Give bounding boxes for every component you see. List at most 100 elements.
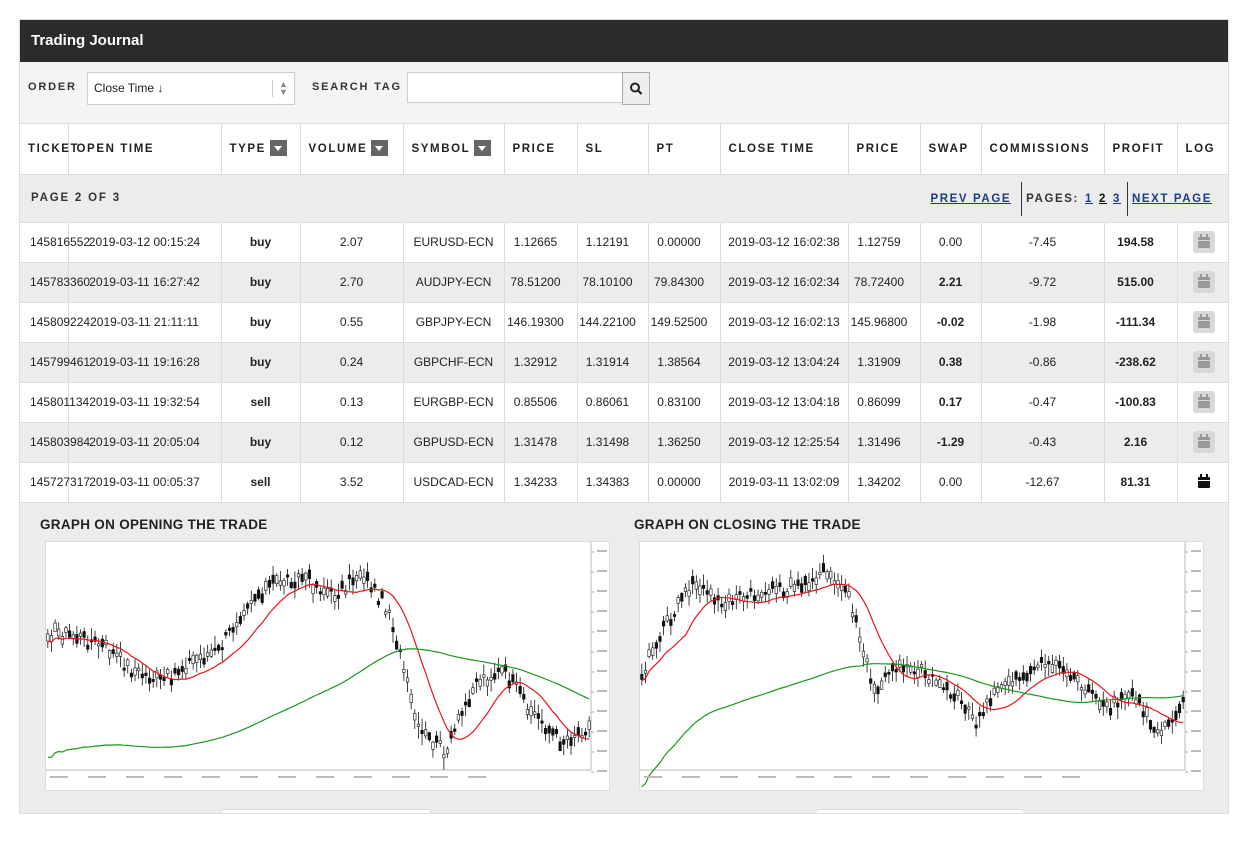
calendar-icon	[1197, 354, 1210, 368]
next-page-link[interactable]: NEXT PAGE	[1132, 193, 1212, 205]
cell-volume: 0.12	[300, 422, 404, 463]
cell-profit: -238.62	[1104, 342, 1178, 383]
cell-ticket: 145783360	[20, 262, 90, 303]
col-symbol-label: SYMBOL	[411, 142, 471, 155]
select-arrows-icon: ▲ ▼	[272, 80, 294, 97]
log-button[interactable]	[1192, 231, 1215, 253]
cell-swap: 2.21	[920, 262, 982, 303]
cell-open-time: 2019-03-11 20:05:04	[68, 422, 222, 463]
cell-swap: -0.02	[920, 302, 982, 343]
cell-open-time: 2019-03-11 21:11:11	[68, 302, 222, 343]
col-log[interactable]: LOG	[1177, 124, 1228, 175]
cell-open-time: 2019-03-12 00:15:24	[68, 222, 222, 263]
col-close-price[interactable]: PRICE	[848, 124, 921, 175]
calendar-icon	[1197, 434, 1210, 448]
page-link-3[interactable]: 3	[1113, 193, 1121, 205]
col-close-time[interactable]: CLOSE TIME	[720, 124, 849, 175]
table-row: 145816552 2019-03-12 00:15:24 buy 2.07 EURUS…	[20, 222, 1228, 263]
cell-volume: 0.24	[300, 342, 404, 383]
log-button[interactable]	[1192, 431, 1215, 453]
cell-close-time: 2019-03-12 16:02:38	[720, 222, 849, 263]
cell-swap: 0.00	[920, 462, 982, 503]
cell-open-time: 2019-03-11 19:32:54	[68, 382, 222, 423]
cell-type: sell	[221, 382, 301, 423]
cell-log	[1177, 302, 1228, 343]
col-price[interactable]: PRICE	[504, 124, 578, 175]
col-pt[interactable]: PT	[648, 124, 721, 175]
type-filter-dropdown-icon[interactable]	[269, 139, 287, 156]
cell-close-price: 1.12759	[848, 222, 921, 263]
log-button[interactable]	[1192, 311, 1215, 333]
col-profit[interactable]: PROFIT	[1104, 124, 1178, 175]
calendar-icon	[1197, 274, 1210, 288]
volume-filter-dropdown-icon[interactable]	[371, 139, 389, 156]
col-sl[interactable]: SL	[577, 124, 649, 175]
cell-sl: 1.31914	[577, 342, 649, 383]
log-button[interactable]	[1192, 351, 1215, 373]
cell-open-time: 2019-03-11 19:16:28	[68, 342, 222, 383]
prev-page-link[interactable]: PREV PAGE	[930, 193, 1011, 205]
cell-close-time: 2019-03-11 13:02:09	[720, 462, 849, 503]
opening-chart	[46, 541, 609, 790]
closing-graph-tab[interactable]	[815, 808, 1025, 813]
cell-price: 1.12665	[504, 222, 578, 263]
cell-price: 1.31478	[504, 422, 578, 463]
cell-volume: 0.13	[300, 382, 404, 423]
trades-table: TICKET OPEN TIME TYPE VOLUME SYMBOL PRIC…	[20, 124, 1228, 503]
closing-chart-image[interactable]	[639, 540, 1204, 791]
cell-price: 78.51200	[504, 262, 578, 303]
col-type[interactable]: TYPE	[221, 124, 301, 175]
closing-chart	[640, 541, 1203, 790]
cell-pt: 0.00000	[648, 462, 721, 503]
cell-commissions: -0.86	[981, 342, 1105, 383]
log-button[interactable]	[1192, 471, 1215, 493]
cell-commissions: -1.98	[981, 302, 1105, 343]
pager: PREV PAGE PAGES: 1 2 3 NEXT PAGE	[930, 175, 1212, 223]
cell-commissions: -9.72	[981, 262, 1105, 303]
order-select[interactable]: Close Time ↓ ▲ ▼	[87, 72, 295, 105]
opening-chart-image[interactable]	[45, 540, 610, 791]
cell-symbol: EURUSD-ECN	[403, 222, 505, 263]
cell-pt: 0.83100	[648, 382, 721, 423]
log-button[interactable]	[1192, 391, 1215, 413]
cell-symbol: GBPCHF-ECN	[403, 342, 505, 383]
search-button[interactable]	[622, 72, 650, 105]
opening-graph-title: GRAPH ON OPENING THE TRADE	[40, 516, 268, 532]
search-icon	[630, 82, 643, 95]
table-row: 145809224 2019-03-11 21:11:11 buy 0.55 GBPJP…	[20, 302, 1228, 343]
search-tag-label: SEARCH TAG	[312, 81, 402, 93]
cell-ticket: 145809224	[20, 302, 90, 343]
col-open-time[interactable]: OPEN TIME	[68, 124, 222, 175]
pages-label: PAGES:	[1026, 192, 1079, 205]
cell-pt: 79.84300	[648, 262, 721, 303]
cell-type: buy	[221, 422, 301, 463]
symbol-filter-dropdown-icon[interactable]	[474, 139, 492, 156]
cell-sl: 144.22100	[577, 302, 649, 343]
cell-type: buy	[221, 302, 301, 343]
cell-commissions: -0.43	[981, 422, 1105, 463]
opening-graph-tab[interactable]	[221, 808, 431, 813]
col-volume[interactable]: VOLUME	[300, 124, 404, 175]
cell-volume: 2.70	[300, 262, 404, 303]
cell-price: 146.19300	[504, 302, 578, 343]
cell-swap: 0.38	[920, 342, 982, 383]
col-swap[interactable]: SWAP	[920, 124, 982, 175]
cell-ticket: 145816552	[20, 222, 90, 263]
cell-open-time: 2019-03-11 16:27:42	[68, 262, 222, 303]
page-link-1[interactable]: 1	[1085, 193, 1093, 205]
cell-symbol: GBPJPY-ECN	[403, 302, 505, 343]
page-link-2[interactable]: 2	[1099, 193, 1107, 205]
search-tag-input[interactable]	[407, 72, 623, 103]
cell-close-price: 1.34202	[848, 462, 921, 503]
cell-symbol: USDCAD-ECN	[403, 462, 505, 503]
trade-rows: 145816552 2019-03-12 00:15:24 buy 2.07 EURUS…	[20, 222, 1228, 503]
col-symbol[interactable]: SYMBOL	[403, 124, 505, 175]
cell-sl: 1.34383	[577, 462, 649, 503]
cell-close-time: 2019-03-12 12:25:54	[720, 422, 849, 463]
cell-ticket: 145799461	[20, 342, 90, 383]
col-commissions[interactable]: COMMISSIONS	[981, 124, 1105, 175]
cell-close-price: 0.86099	[848, 382, 921, 423]
controls-bar: ORDER Close Time ↓ ▲ ▼ SEARCH TAG	[20, 62, 1228, 124]
col-ticket[interactable]: TICKET	[20, 124, 78, 175]
log-button[interactable]	[1192, 271, 1215, 293]
